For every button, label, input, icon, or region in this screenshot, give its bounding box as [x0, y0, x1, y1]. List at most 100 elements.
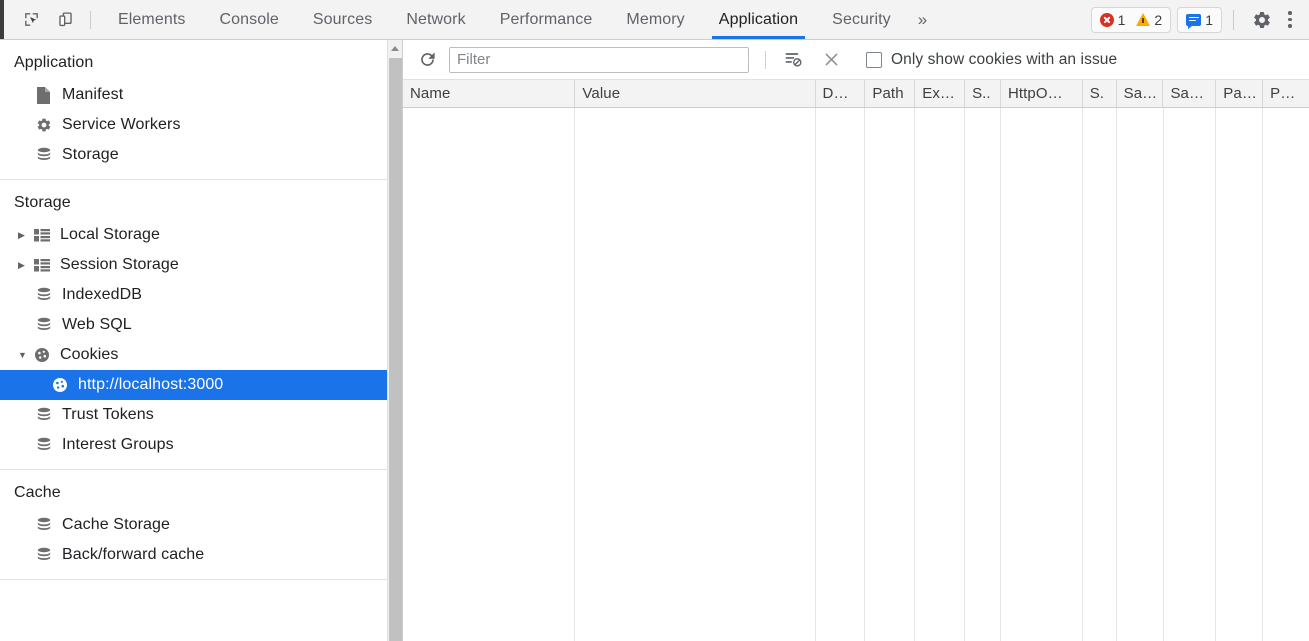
column-header-partitionkey[interactable]: Pa… [1216, 80, 1264, 107]
table-grid-icon [34, 258, 58, 272]
database-icon [36, 147, 60, 163]
error-badge[interactable]: 1 [1099, 11, 1126, 28]
clear-filtered-cookies-icon[interactable] [780, 47, 806, 73]
sidebar-item-label: Local Storage [60, 226, 161, 243]
column-header-secure[interactable]: S. [1083, 80, 1117, 107]
messages-counter-group[interactable]: 1 [1177, 6, 1222, 33]
tab-performance[interactable]: Performance [483, 0, 610, 39]
scrollbar-thumb[interactable] [389, 58, 402, 641]
column-header-samepartykey[interactable]: Sa… [1163, 80, 1217, 107]
sidebar-item-local-storage[interactable]: ▶ Local Storage [0, 220, 402, 250]
sidebar-item-label: Trust Tokens [62, 406, 154, 423]
sidebar-tree: Application Manifest Service Workers Sto… [0, 40, 402, 641]
device-toolbar-icon[interactable] [50, 6, 80, 34]
window-left-edge [0, 0, 4, 39]
sidebar-group-application: Application Manifest Service Workers Sto… [0, 40, 402, 180]
column-divider [1263, 108, 1309, 641]
devtools-window: Elements Console Sources Network Perform… [0, 0, 1309, 641]
tab-sources[interactable]: Sources [296, 0, 389, 39]
sidebar-item-session-storage[interactable]: ▶ Session Storage [0, 250, 402, 280]
tab-memory[interactable]: Memory [609, 0, 701, 39]
tab-console[interactable]: Console [203, 0, 296, 39]
database-icon [36, 317, 60, 333]
column-header-samesite[interactable]: Sa… [1117, 80, 1164, 107]
sidebar-item-cache-storage[interactable]: Cache Storage [0, 510, 402, 540]
inspect-element-icon[interactable] [16, 6, 46, 34]
database-icon [36, 437, 60, 453]
message-bubble-icon [1186, 13, 1202, 29]
message-badge[interactable]: 1 [1186, 12, 1213, 29]
error-count: 1 [1117, 11, 1126, 28]
column-header-httponly[interactable]: HttpO… [1001, 80, 1083, 107]
sidebar-item-back-forward-cache[interactable]: Back/forward cache [0, 540, 402, 570]
application-sidebar: Application Manifest Service Workers Sto… [0, 40, 403, 641]
column-header-name[interactable]: Name [403, 80, 576, 107]
sidebar-item-trust-tokens[interactable]: Trust Tokens [0, 400, 402, 430]
gear-icon[interactable] [1247, 6, 1277, 34]
error-icon [1099, 12, 1114, 27]
column-divider [1001, 108, 1083, 641]
column-divider [816, 108, 866, 641]
issues-counter-group[interactable]: 1 2 [1090, 6, 1172, 33]
column-header-size[interactable]: S.. [965, 80, 1001, 107]
tab-application[interactable]: Application [702, 0, 815, 39]
database-icon [36, 517, 60, 533]
column-header-domain[interactable]: D… [816, 80, 866, 107]
cookies-table-header: Name Value D… Path Ex… S.. HttpO… S. Sa…… [403, 80, 1309, 108]
scroll-up-arrow-icon[interactable] [388, 40, 402, 56]
column-divider [915, 108, 966, 641]
cookies-panel: Only show cookies with an issue Name Val… [403, 40, 1309, 641]
toolbar-divider-right [1233, 9, 1234, 30]
tab-security[interactable]: Security [815, 0, 908, 39]
sidebar-item-service-workers[interactable]: Service Workers [0, 110, 402, 140]
column-header-path[interactable]: Path [865, 80, 916, 107]
sidebar-item-cookie-origin[interactable]: http://localhost:3000 [0, 370, 402, 400]
tab-label: Console [219, 10, 279, 28]
tab-label: Network [406, 10, 466, 28]
devtools-toolbar: Elements Console Sources Network Perform… [0, 0, 1309, 40]
sidebar-item-interest-groups[interactable]: Interest Groups [0, 430, 402, 460]
chevron-down-icon[interactable]: ▼ [18, 350, 34, 360]
warning-badge[interactable]: 2 [1136, 12, 1162, 28]
sidebar-group-title: Cache [14, 484, 61, 501]
sidebar-item-label: Interest Groups [62, 436, 174, 453]
more-tabs-icon[interactable]: » [908, 10, 937, 30]
table-grid-icon [34, 228, 58, 242]
kebab-menu-icon[interactable] [1279, 7, 1301, 33]
tab-network[interactable]: Network [389, 0, 482, 39]
tab-label: Elements [118, 10, 186, 28]
column-divider [865, 108, 916, 641]
refresh-icon[interactable] [413, 46, 441, 74]
cookie-icon [34, 347, 58, 363]
column-header-expires[interactable]: Ex… [915, 80, 966, 107]
cookies-table: Name Value D… Path Ex… S.. HttpO… S. Sa…… [403, 80, 1309, 641]
sidebar-item-label: Manifest [62, 86, 124, 103]
tab-label: Application [718, 10, 799, 28]
sidebar-item-label: Web SQL [62, 316, 132, 333]
sidebar-item-cookies[interactable]: ▼ Cookies [0, 340, 402, 370]
sidebar-item-label: Service Workers [62, 116, 181, 133]
column-header-value[interactable]: Value [575, 80, 816, 107]
tab-elements[interactable]: Elements [101, 0, 203, 39]
only-issues-checkbox[interactable]: Only show cookies with an issue [866, 51, 1117, 69]
clear-all-cookies-icon[interactable] [818, 47, 844, 73]
checkbox-box-icon[interactable] [866, 51, 882, 68]
cookie-icon [52, 377, 76, 393]
sidebar-item-storage[interactable]: Storage [0, 140, 402, 170]
column-divider [965, 108, 1002, 641]
sidebar-item-manifest[interactable]: Manifest [0, 80, 402, 110]
cookies-toolbar-divider [765, 50, 766, 69]
chevron-right-icon[interactable]: ▶ [18, 260, 34, 271]
sidebar-item-web-sql[interactable]: Web SQL [0, 310, 402, 340]
toolbar-divider [90, 10, 91, 29]
sidebar-item-indexeddb[interactable]: IndexedDB [0, 280, 402, 310]
database-icon [36, 547, 60, 563]
sidebar-group-storage: Storage ▶ Local Storage ▶ Session Storag… [0, 180, 402, 470]
sidebar-group-title: Application [14, 54, 94, 71]
devtools-body: Application Manifest Service Workers Sto… [0, 40, 1309, 641]
column-header-priority[interactable]: P… [1263, 80, 1309, 107]
filter-input[interactable] [449, 46, 749, 73]
chevron-right-icon[interactable]: ▶ [18, 230, 34, 241]
sidebar-item-label: Session Storage [60, 256, 179, 273]
sidebar-scrollbar[interactable] [387, 40, 402, 641]
